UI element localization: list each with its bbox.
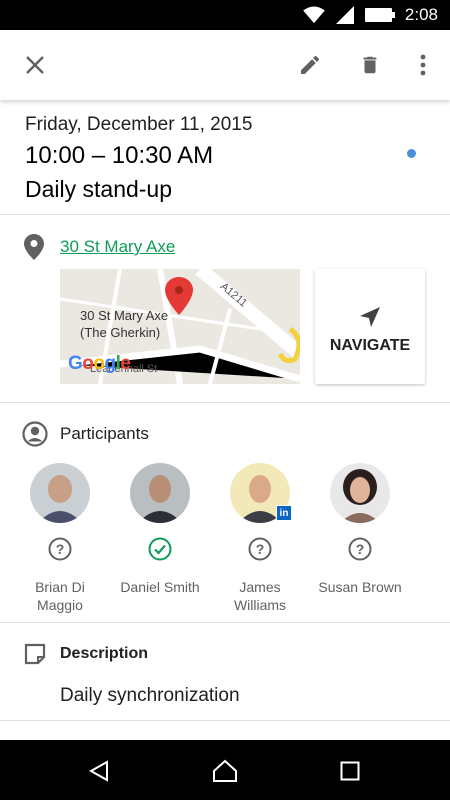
avatar [30, 463, 90, 523]
avatar [330, 463, 390, 523]
navigate-label: NAVIGATE [329, 337, 411, 354]
wifi-icon [303, 6, 325, 24]
status-icons: 2:08 [303, 5, 438, 25]
rsvp-accepted-icon [148, 537, 172, 561]
status-time: 2:08 [404, 5, 438, 24]
description-title: Description [60, 645, 149, 662]
home-icon [213, 759, 237, 782]
map-thumbnail[interactable]: 30 St Mary Axe (The Gherkin) A1211 Leade… [60, 269, 300, 384]
description-section: Description Daily synchronization [0, 623, 450, 721]
back-icon [88, 760, 108, 782]
google-logo: Google [68, 353, 131, 374]
participant-name: James Williams [233, 579, 287, 613]
close-icon [26, 56, 44, 74]
linkedin-badge: in [276, 505, 292, 521]
participants-section: Participants ? Brian Di Maggio Daniel Sm… [0, 403, 450, 623]
delete-button[interactable] [352, 47, 388, 83]
signal-icon [335, 6, 354, 24]
rsvp-unknown-icon: ? [48, 537, 72, 561]
rsvp-unknown-icon: ? [348, 537, 372, 561]
system-nav-bar [0, 740, 450, 800]
address-link[interactable]: 30 St Mary Axe [60, 237, 175, 257]
close-button[interactable] [17, 47, 53, 83]
navigation-arrow-icon [360, 307, 380, 327]
more-options-button[interactable] [405, 47, 441, 83]
svg-text:?: ? [356, 541, 365, 557]
recent-apps-button[interactable] [337, 758, 363, 784]
pencil-icon [301, 55, 320, 74]
account-circle-icon [22, 421, 48, 447]
rsvp-unknown-icon: ? [248, 537, 272, 561]
event-header: Friday, December 11, 2015 10:00 – 10:30 … [0, 100, 450, 215]
recent-apps-icon [340, 761, 360, 781]
participant-name: Daniel Smith [120, 579, 200, 595]
event-date: Friday, December 11, 2015 [25, 114, 253, 135]
status-bar: 2:08 [0, 0, 450, 30]
edit-button[interactable] [292, 47, 328, 83]
more-vert-icon [420, 54, 426, 76]
battery-icon [364, 8, 395, 22]
trash-icon [363, 56, 377, 74]
avatar [130, 463, 190, 523]
navigate-button[interactable]: NAVIGATE [315, 269, 425, 384]
participant-item[interactable]: ? Brian Di Maggio [5, 463, 115, 614]
participants-header: Participants [22, 421, 149, 447]
participant-name: Susan Brown [318, 579, 402, 595]
participant-item[interactable]: in ? James Williams [205, 463, 315, 614]
event-title: Daily stand-up [25, 176, 173, 202]
participant-name: Brian Di Maggio [35, 579, 85, 613]
map-place-label: 30 St Mary Axe (The Gherkin) [80, 308, 169, 340]
svg-text:?: ? [56, 541, 65, 557]
calendar-color-dot [407, 149, 416, 158]
event-time: 10:00 – 10:30 AM [25, 142, 214, 169]
home-button[interactable] [212, 758, 238, 784]
toolbar [0, 30, 450, 100]
participants-title: Participants [60, 424, 149, 443]
back-button[interactable] [86, 758, 112, 784]
note-icon [24, 643, 46, 665]
participant-item[interactable]: Daniel Smith [105, 463, 215, 596]
location-section: 30 St Mary Axe 30 St Mary Axe (The Gherk… [0, 215, 450, 403]
svg-text:?: ? [256, 541, 265, 557]
participant-item[interactable]: ? Susan Brown [305, 463, 415, 596]
location-pin-icon [24, 234, 44, 265]
description-text: Daily synchronization [60, 685, 240, 706]
